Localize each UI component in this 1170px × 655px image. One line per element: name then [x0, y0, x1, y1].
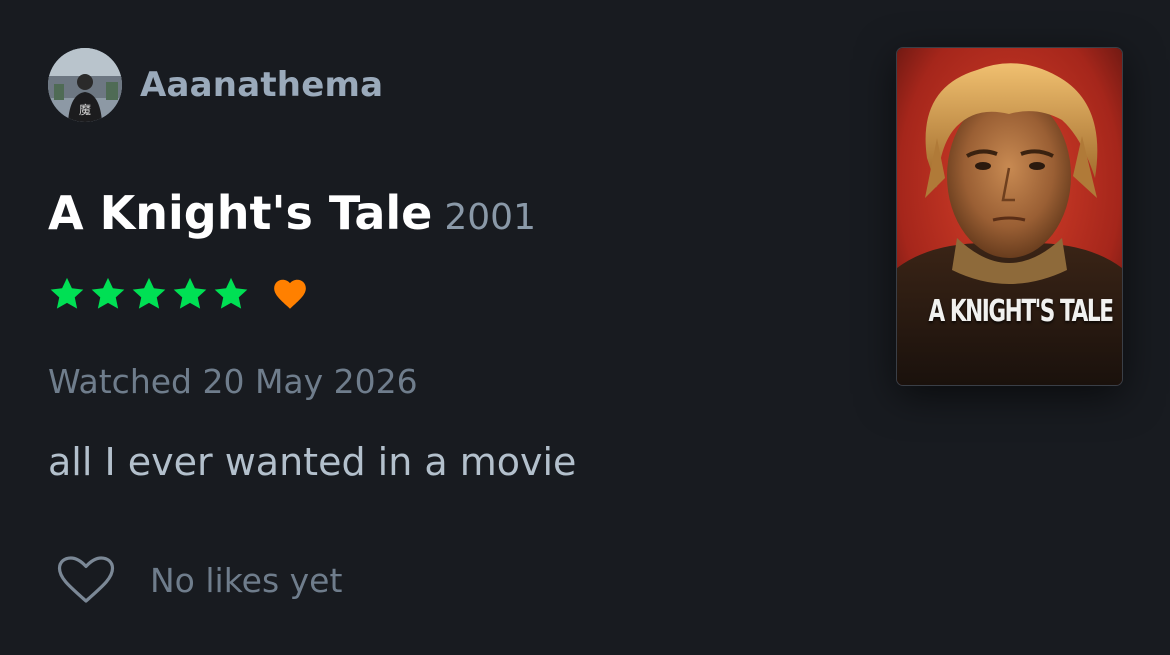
reviewer-row[interactable]: 魔 Aaanathema: [48, 48, 383, 122]
star-rating: [48, 275, 253, 313]
review-card: 魔 Aaanathema A Knight's Tale 2001 Watche…: [0, 0, 1170, 655]
watched-date: Watched 20 May 2026: [48, 362, 418, 401]
heart-outline-icon[interactable]: [56, 555, 116, 605]
star-icon: [173, 277, 207, 309]
film-heading: A Knight's Tale 2001: [48, 186, 536, 240]
star-icon: [214, 277, 248, 309]
rating-row: [48, 274, 309, 314]
film-poster[interactable]: A KNIGHT'S TALE: [897, 48, 1122, 385]
film-title[interactable]: A Knight's Tale: [48, 186, 432, 240]
liked-heart-icon: [274, 279, 306, 309]
poster-title: A KNIGHT'S TALE: [928, 294, 1114, 329]
review-text: all I ever wanted in a movie: [48, 440, 577, 484]
star-icon: [50, 277, 84, 309]
likes-row: No likes yet: [56, 555, 342, 605]
film-year[interactable]: 2001: [444, 197, 536, 238]
star-icon: [91, 277, 125, 309]
star-icon: [132, 277, 166, 309]
username[interactable]: Aaanathema: [140, 65, 383, 105]
avatar[interactable]: 魔: [48, 48, 122, 122]
likes-count-text: No likes yet: [150, 560, 343, 600]
avatar-shirt-glyph: 魔: [79, 102, 91, 117]
